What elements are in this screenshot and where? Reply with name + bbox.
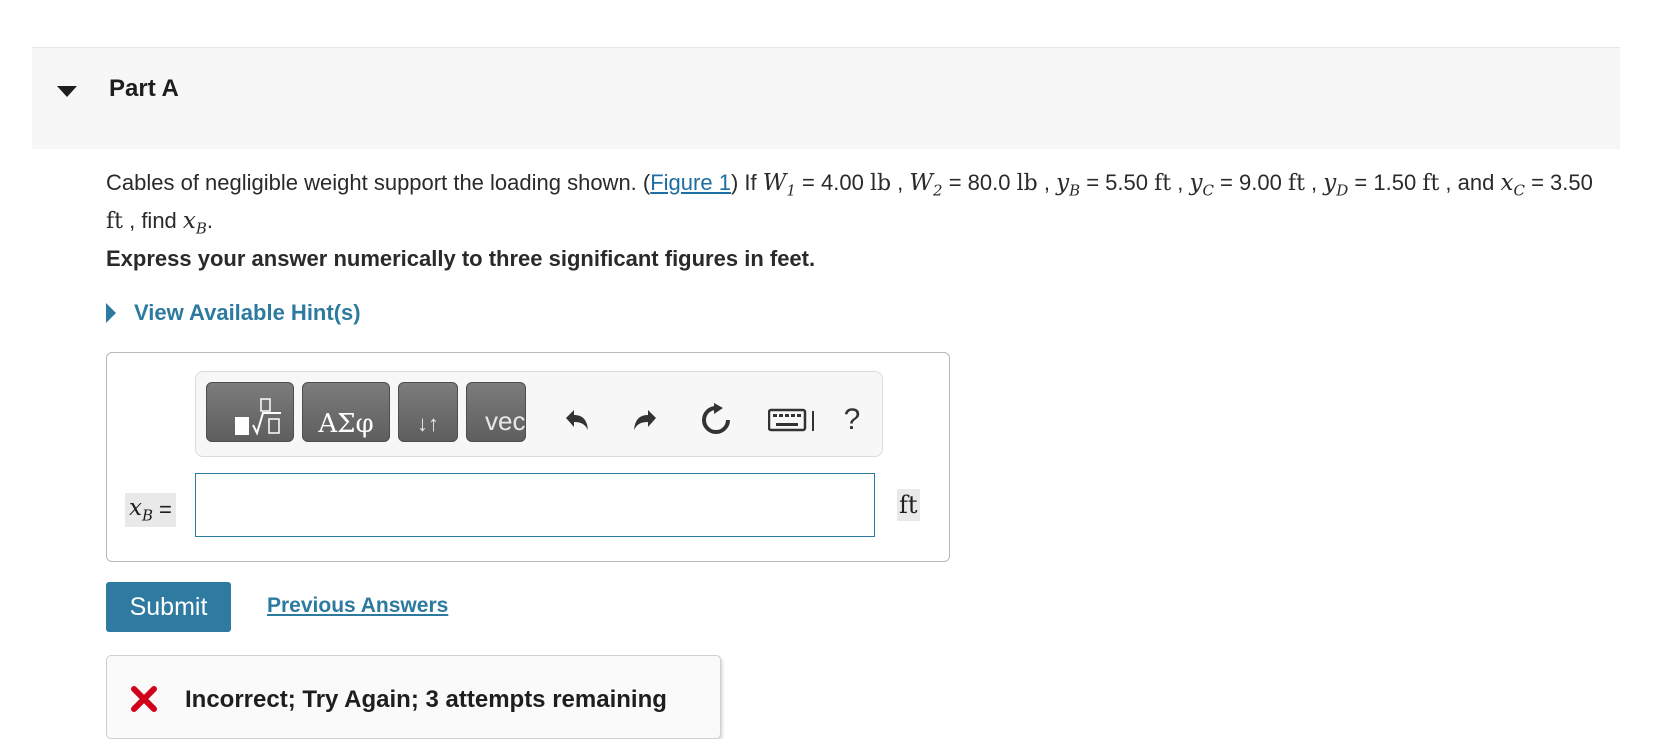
answer-panel: ΑΣφ ↓↑ vec ? xB = ft [106, 352, 950, 562]
hints-toggle[interactable]: View Available Hint(s) [106, 300, 361, 326]
answer-instruction: Express your answer numerically to three… [106, 246, 816, 271]
previous-answers-link[interactable]: Previous Answers [267, 594, 448, 618]
templates-button[interactable] [206, 382, 294, 442]
w2-symbol: W2 [909, 170, 943, 200]
arrows-button[interactable]: ↓↑ [398, 382, 458, 442]
answer-variable-label: xB = [125, 493, 176, 527]
redo-icon[interactable] [626, 400, 666, 440]
answer-unit-label: ft [897, 489, 920, 521]
vector-button[interactable]: vec [466, 382, 526, 442]
greek-symbols-button[interactable]: ΑΣφ [302, 382, 390, 442]
keyboard-icon[interactable] [766, 400, 822, 440]
figure-link[interactable]: Figure 1 [650, 170, 731, 195]
expand-caret-icon [106, 303, 116, 323]
answer-input[interactable] [195, 473, 875, 537]
part-header[interactable]: Part A [32, 47, 1620, 149]
fraction-root-icon [235, 398, 281, 436]
hints-label: View Available Hint(s) [134, 300, 361, 325]
help-icon: ? [843, 403, 861, 436]
undo-icon[interactable] [556, 400, 596, 440]
feedback-text: Incorrect; Try Again; 3 attempts remaini… [185, 686, 667, 713]
part-title: Part A [109, 75, 179, 102]
yb-symbol: yB [1056, 170, 1081, 200]
reset-icon[interactable] [696, 400, 736, 440]
help-button[interactable]: ? [832, 400, 872, 440]
yd-symbol: yD [1323, 170, 1349, 200]
submit-button[interactable]: Submit [106, 582, 231, 632]
xb-symbol: xB [182, 207, 207, 238]
incorrect-x-icon [131, 686, 157, 712]
collapse-caret-icon[interactable] [57, 86, 77, 97]
math-toolbar: ΑΣφ ↓↑ vec ? [195, 371, 883, 457]
yc-symbol: yC [1189, 170, 1214, 200]
w1-symbol: W1 [762, 170, 796, 200]
feedback-message: Incorrect; Try Again; 3 attempts remaini… [106, 655, 721, 739]
xc-symbol: xC [1500, 170, 1525, 200]
question-text: Cables of negligible weight support the … [106, 170, 1593, 238]
